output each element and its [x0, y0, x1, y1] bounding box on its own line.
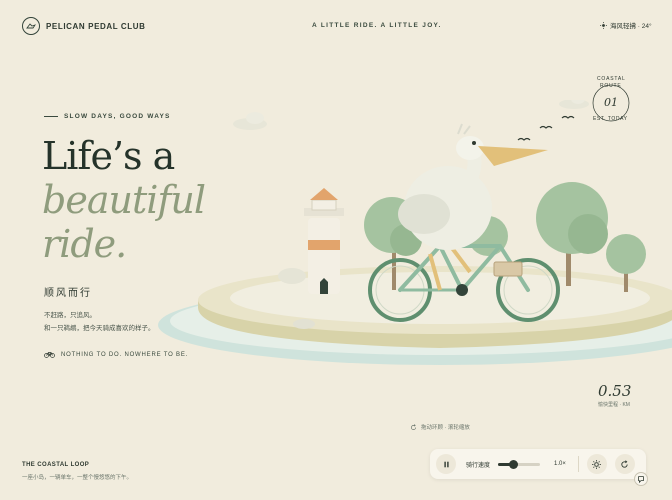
route-badge: COASTAL ROUTE 01 EST. TODAY	[586, 76, 636, 126]
cloud-left	[233, 112, 267, 130]
speed-slider[interactable]	[498, 459, 541, 469]
distance-value: 0.53	[598, 382, 632, 400]
tagline: A LITTLE RIDE. A LITTLE JOY.	[312, 22, 442, 29]
weather-text: 海风轻拂 · 24°	[610, 23, 652, 30]
rock-1	[278, 268, 306, 284]
cn-description: 不赶路，只追风。 和一只鹈鹕，把今天骑成喜欢的样子。	[44, 309, 155, 335]
brand[interactable]: PELICAN PEDAL CLUB	[22, 17, 146, 35]
weather-indicator: 海风轻拂 · 24°	[600, 20, 652, 30]
daylight-button[interactable]	[586, 454, 607, 474]
eyebrow-rule	[44, 116, 58, 117]
reset-icon	[621, 459, 629, 468]
brand-name: PELICAN PEDAL CLUB	[46, 21, 146, 31]
badge-line-3: EST. TODAY	[593, 116, 628, 122]
badge-line-1: COASTAL	[597, 76, 626, 82]
interaction-hint: 拖动环顾 · 滚轮缩放	[410, 423, 470, 431]
cn-desc-line-2: 和一只鹈鹕，把今天骑成喜欢的样子。	[44, 325, 155, 332]
rotate-hint-icon	[411, 423, 416, 430]
cn-title: 顺风而行	[44, 288, 92, 299]
pause-button[interactable]	[436, 454, 456, 474]
sun-small-icon	[600, 21, 607, 29]
sun-icon	[592, 459, 602, 469]
pelican-logo-icon	[22, 17, 40, 35]
control-divider	[577, 456, 579, 472]
hint-text: 拖动环顾 · 滚轮缩放	[421, 425, 470, 431]
cloud-right	[559, 100, 589, 109]
reset-button[interactable]	[614, 454, 635, 474]
lighthouse	[304, 188, 344, 294]
speed-value: 1.0×	[554, 461, 566, 467]
loop-description: 一座小岛，一辆单车，一整个慢悠悠的下午。	[22, 475, 133, 481]
speed-label: 骑行速度	[466, 462, 491, 469]
birds	[517, 115, 575, 141]
badge-number: 01	[604, 96, 618, 109]
bicycle-icon	[44, 352, 55, 358]
loop-title: THE COASTAL LOOP	[22, 462, 90, 468]
badge-line-2: ROUTE	[600, 83, 622, 89]
rock-2	[293, 319, 315, 329]
island-scene[interactable]	[150, 100, 672, 380]
chat-button[interactable]	[634, 472, 648, 486]
control-bar: 骑行速度 1.0×	[430, 449, 646, 479]
cn-desc-line-1: 不赶路，只追风。	[44, 312, 96, 319]
distance-readout: 0.53 愉快里程 · KM	[598, 382, 631, 408]
pause-icon	[443, 461, 449, 467]
headline-line-3: ride.	[42, 222, 127, 266]
speed-slider-knob[interactable]	[508, 459, 518, 469]
distance-label: 愉快里程 · KM	[598, 402, 630, 408]
chat-bubble-icon	[638, 476, 644, 483]
